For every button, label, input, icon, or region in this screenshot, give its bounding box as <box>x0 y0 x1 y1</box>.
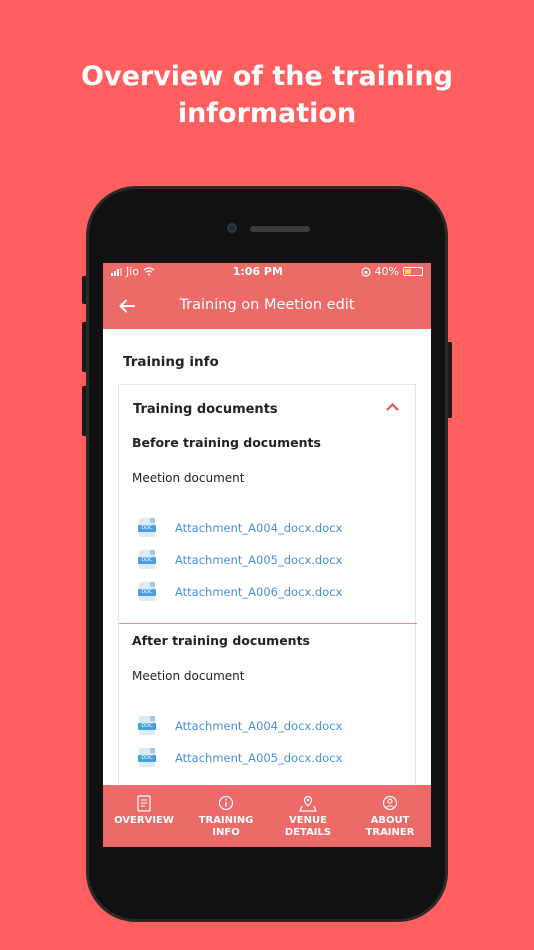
map-pin-icon <box>299 793 317 813</box>
before-training-heading: Before training documents <box>132 435 321 450</box>
doc-file-icon <box>138 518 156 537</box>
attachment-link[interactable]: Attachment_A005_docx.docx <box>175 751 342 765</box>
app-bar: Training on Meetion edit <box>103 280 431 329</box>
training-documents-card: Training documents Before training docum… <box>118 384 417 785</box>
attachment-link[interactable]: Attachment_A004_docx.docx <box>175 521 342 535</box>
wifi-icon <box>143 267 155 276</box>
document-icon <box>137 793 151 813</box>
promo-headline: Overview of the training information <box>0 58 534 132</box>
nav-about-trainer[interactable]: ABOUT TRAINER <box>349 785 431 847</box>
attachment-link[interactable]: Attachment_A006_docx.docx <box>175 585 342 599</box>
page-title: Training on Meetion edit <box>179 296 355 313</box>
carrier-label: Jio <box>126 265 140 278</box>
promo-headline-line2: information <box>177 98 357 129</box>
signal-icon <box>111 267 122 276</box>
nav-about-trainer-label-2: TRAINER <box>365 827 415 838</box>
after-training-heading: After training documents <box>132 633 310 648</box>
phone-speaker <box>250 226 310 232</box>
content-area[interactable]: Training info Training documents Before … <box>103 329 431 785</box>
attachment-item[interactable]: Attachment_A005_docx.docx <box>138 550 342 569</box>
attachment-item[interactable]: Attachment_A004_docx.docx <box>138 716 342 735</box>
nav-training-info[interactable]: TRAINING INFO <box>185 785 267 847</box>
attachment-link[interactable]: Attachment_A005_docx.docx <box>175 553 342 567</box>
app-screen: Jio 1:06 PM 40% Training on Meetion edit <box>103 263 431 847</box>
status-bar: Jio 1:06 PM 40% <box>103 263 431 280</box>
nav-about-trainer-label-1: ABOUT <box>370 815 410 826</box>
attachment-item[interactable]: Attachment_A004_docx.docx <box>138 518 342 537</box>
nav-training-info-label-2: INFO <box>212 827 240 838</box>
card-title[interactable]: Training documents <box>133 402 278 417</box>
attachment-item[interactable]: Attachment_A005_docx.docx <box>138 748 342 767</box>
doc-file-icon <box>138 550 156 569</box>
info-icon <box>218 793 234 813</box>
battery-percent: 40% <box>374 265 399 278</box>
attachment-item[interactable]: Attachment_A006_docx.docx <box>138 582 342 601</box>
nav-training-info-label-1: TRAINING <box>198 815 254 826</box>
bottom-nav: OVERVIEW TRAINING INFO VENUE DETAILS ABO… <box>103 785 431 847</box>
doc-file-icon <box>138 748 156 767</box>
status-time: 1:06 PM <box>232 265 283 278</box>
doc-file-icon <box>138 716 156 735</box>
trainer-icon <box>382 793 398 813</box>
nav-overview-label: OVERVIEW <box>114 815 174 826</box>
nav-overview[interactable]: OVERVIEW <box>103 785 185 847</box>
section-divider <box>119 623 417 624</box>
back-arrow-icon[interactable] <box>103 280 151 329</box>
battery-icon <box>403 267 423 276</box>
promo-headline-line1: Overview of the training <box>81 61 453 92</box>
section-title: Training info <box>123 354 219 370</box>
phone-camera <box>227 223 237 233</box>
before-meetion-document-label: Meetion document <box>132 471 245 485</box>
doc-file-icon <box>138 582 156 601</box>
attachment-link[interactable]: Attachment_A004_docx.docx <box>175 719 342 733</box>
chevron-up-icon[interactable] <box>386 403 399 416</box>
nav-venue-details-label: VENUE DETAILS <box>284 815 332 838</box>
nav-venue-details[interactable]: VENUE DETAILS <box>267 785 349 847</box>
after-meetion-document-label: Meetion document <box>132 669 245 683</box>
orientation-lock-icon <box>360 266 371 277</box>
